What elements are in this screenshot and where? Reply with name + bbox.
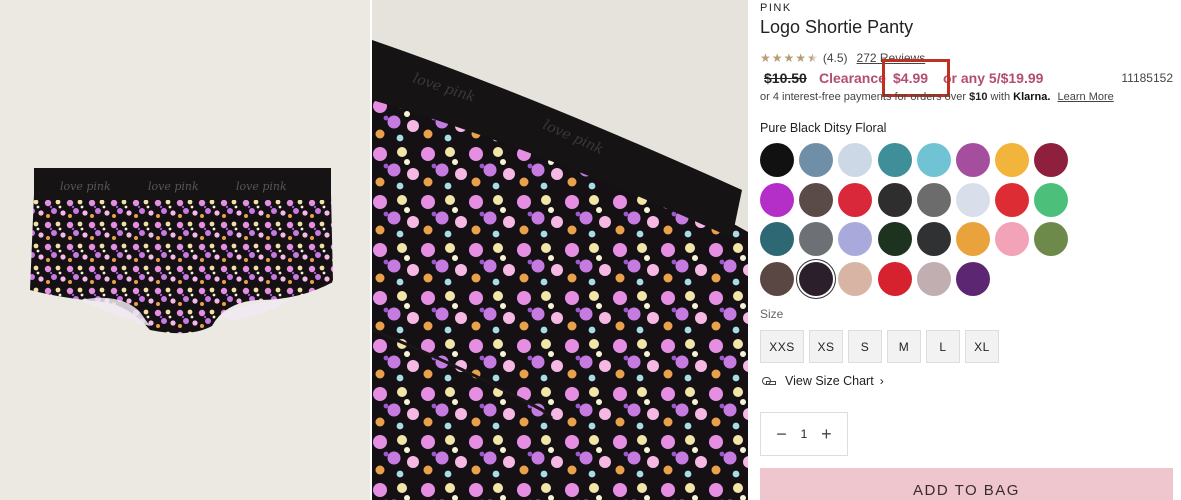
- color-swatch[interactable]: [995, 143, 1030, 177]
- price-row: $10.50 Clearance $4.99 or any 5/$19.99 1…: [760, 69, 1181, 89]
- clearance-label: Clearance: [819, 70, 886, 86]
- color-swatch[interactable]: [877, 261, 912, 296]
- tape-measure-icon: [762, 377, 776, 385]
- sale-price: $4.99: [893, 70, 929, 86]
- klarna-with: with: [990, 91, 1011, 103]
- size-option-xs[interactable]: XS: [809, 330, 843, 363]
- color-swatch[interactable]: [956, 143, 990, 177]
- color-swatch[interactable]: [838, 143, 873, 177]
- color-swatch[interactable]: [1034, 182, 1069, 217]
- color-swatch[interactable]: [799, 261, 834, 296]
- color-swatch[interactable]: [956, 222, 990, 256]
- color-swatch[interactable]: [956, 261, 990, 296]
- quantity-decrease-button[interactable]: −: [772, 425, 792, 443]
- color-swatch[interactable]: [916, 261, 951, 296]
- half-star-icon: ★: [807, 51, 818, 65]
- star-icon: ★: [771, 51, 783, 65]
- rating-stars: ★ ★ ★ ★ ★: [760, 52, 818, 64]
- brand-label: PINK: [760, 2, 792, 14]
- svg-text:love pink: love pink: [60, 180, 111, 193]
- size-option-m[interactable]: M: [887, 330, 921, 363]
- panty-detail-illustration: love pink love pink: [372, 40, 748, 500]
- quantity-increase-button[interactable]: +: [816, 425, 836, 443]
- color-swatch[interactable]: [838, 222, 873, 256]
- product-image-front[interactable]: love pink love pink love pink: [0, 0, 370, 500]
- color-swatch[interactable]: [838, 182, 873, 217]
- color-swatch[interactable]: [760, 182, 794, 217]
- selected-color-name: Pure Black Ditsy Floral: [760, 121, 887, 135]
- star-icon: ★: [795, 51, 807, 65]
- color-swatch[interactable]: [916, 143, 951, 177]
- size-label: Size: [760, 307, 784, 321]
- product-title: Logo Shortie Panty: [760, 17, 914, 37]
- size-options: XXS XS S M L XL: [760, 330, 999, 363]
- quantity-value: 1: [800, 427, 808, 441]
- klarna-logo: Klarna.: [1013, 91, 1051, 103]
- size-option-xxs[interactable]: XXS: [760, 330, 804, 363]
- color-swatch[interactable]: [916, 222, 951, 256]
- chevron-right-icon: ›: [879, 374, 884, 388]
- multi-buy-offer: or any 5/$19.99: [943, 70, 1044, 86]
- product-info: PINK Logo Shortie Panty ★ ★ ★ ★ ★ (4.5) …: [760, 0, 1181, 500]
- color-swatch[interactable]: [995, 222, 1030, 256]
- color-swatch[interactable]: [760, 261, 794, 296]
- panty-front-illustration: love pink love pink love pink: [30, 168, 333, 334]
- color-swatch[interactable]: [838, 261, 873, 296]
- size-option-xl[interactable]: XL: [965, 330, 999, 363]
- size-option-l[interactable]: L: [926, 330, 960, 363]
- svg-text:love pink: love pink: [148, 180, 199, 193]
- star-icon: ★: [760, 51, 771, 65]
- color-swatch[interactable]: [799, 222, 834, 256]
- learn-more-link[interactable]: Learn More: [1058, 91, 1114, 103]
- color-swatch[interactable]: [799, 143, 834, 177]
- klarna-threshold: $10: [969, 91, 988, 103]
- color-swatch[interactable]: [877, 143, 912, 177]
- add-to-bag-button[interactable]: ADD TO BAG: [760, 468, 1173, 500]
- color-swatch[interactable]: [1034, 143, 1069, 177]
- color-swatch[interactable]: [995, 182, 1030, 217]
- color-swatch[interactable]: [760, 222, 794, 256]
- color-swatch[interactable]: [877, 182, 912, 217]
- rating-value: (4.5): [822, 51, 848, 65]
- color-swatch[interactable]: [877, 222, 912, 256]
- rating-row: ★ ★ ★ ★ ★ (4.5) 272 Reviews: [760, 50, 925, 66]
- reviews-link[interactable]: 272 Reviews: [857, 51, 926, 65]
- color-swatch[interactable]: [1034, 222, 1069, 256]
- quantity-stepper: − 1 +: [760, 412, 848, 456]
- star-icon: ★: [783, 51, 795, 65]
- size-chart-label: View Size Chart: [785, 374, 874, 388]
- svg-text:love pink: love pink: [236, 180, 287, 193]
- size-chart-link[interactable]: View Size Chart ›: [762, 374, 884, 388]
- color-swatch[interactable]: [760, 143, 794, 177]
- size-option-s[interactable]: S: [848, 330, 882, 363]
- color-swatch[interactable]: [916, 182, 951, 217]
- klarna-message: or 4 interest-free payments for orders o…: [760, 91, 1114, 103]
- product-image-detail[interactable]: love pink love pink: [372, 0, 748, 500]
- original-price: $10.50: [764, 70, 807, 86]
- product-sku: 11185152: [1121, 71, 1173, 85]
- klarna-prefix: or 4 interest-free payments for orders o…: [760, 91, 967, 103]
- color-swatch[interactable]: [799, 182, 834, 217]
- color-swatch[interactable]: [956, 182, 990, 217]
